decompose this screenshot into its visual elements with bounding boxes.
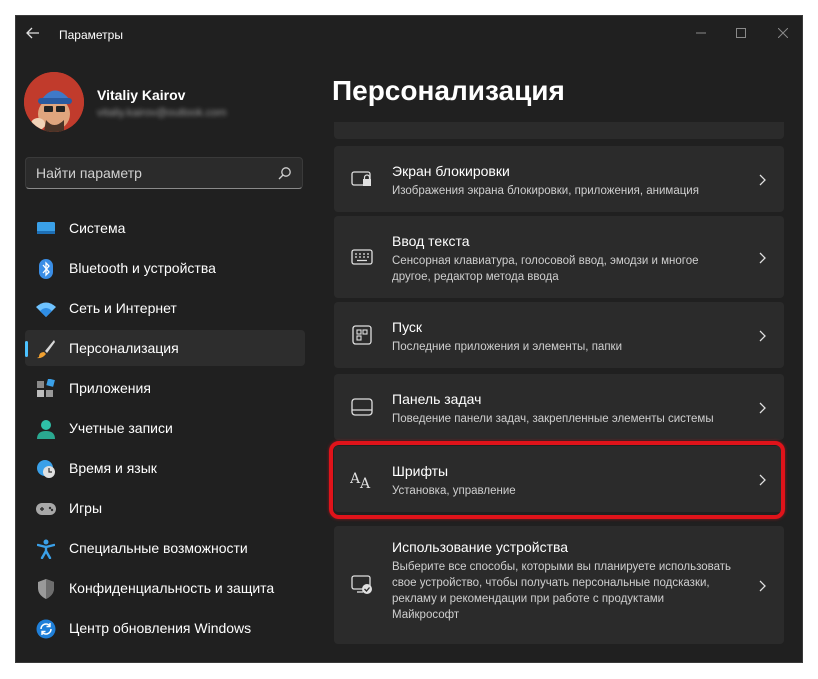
start-icon [350,323,374,347]
sidebar-item-privacy[interactable]: Конфиденциальность и защита [25,570,305,606]
gamepad-icon [36,499,56,519]
search-box[interactable] [25,157,303,189]
minimize-button[interactable] [682,20,720,46]
sidebar-item-network[interactable]: Сеть и Интернет [25,290,305,326]
sidebar-item-label: Система [69,220,126,236]
card-device-usage[interactable]: Использование устройства Выберите все сп… [334,526,784,644]
chevron-right-icon [759,252,766,264]
close-button[interactable] [764,20,802,46]
app-title: Параметры [59,28,123,42]
card-title: Пуск [392,319,423,335]
card-title: Использование устройства [392,539,569,555]
lock-screen-icon [350,167,374,191]
svg-text:A: A [359,476,371,489]
sidebar-item-label: Специальные возможности [69,540,248,556]
search-input[interactable] [26,158,276,188]
sidebar-item-label: Bluetooth и устройства [69,260,216,276]
sidebar-item-accessibility[interactable]: Специальные возможности [25,530,305,566]
selection-indicator [25,341,28,357]
sidebar-item-label: Игры [69,500,103,516]
card-lock-screen[interactable]: Экран блокировки Изображения экрана блок… [334,146,784,212]
back-arrow-icon [26,27,39,39]
card-description: Выберите все способы, которыми вы планир… [392,561,732,621]
card-text-input[interactable]: Ввод текста Сенсорная клавиатура, голосо… [334,216,784,298]
monitor-icon [36,219,56,239]
close-icon [778,28,788,38]
card-fonts[interactable]: AA Шрифты Установка, управление [334,446,784,512]
sidebar-item-apps[interactable]: Приложения [25,370,305,406]
sidebar-item-label: Сеть и Интернет [69,300,177,316]
card-title: Шрифты [392,463,449,479]
sidebar-item-label: Персонализация [69,340,179,356]
chevron-right-icon [759,580,766,592]
settings-window: Параметры Vitaliy Kairov vitaliy.kairov@… [16,16,802,662]
sidebar-item-label: Конфиденциальность и защита [69,580,275,596]
card-description: Поведение панели задач, закрепленные эле… [392,413,714,425]
user-email: vitaliy.kairov@outlook.com [97,107,227,119]
wifi-icon [36,299,56,319]
brush-icon [36,339,56,359]
card-start[interactable]: Пуск Последние приложения и элементы, па… [334,302,784,368]
card-description: Сенсорная клавиатура, голосовой ввод, эм… [392,255,699,283]
sidebar-item-gaming[interactable]: Игры [25,490,305,526]
fonts-icon: AA [350,467,374,491]
card-description: Установка, управление [392,485,516,497]
sidebar-item-label: Учетные записи [69,420,173,436]
chevron-right-icon [759,402,766,414]
sidebar-item-accounts[interactable]: Учетные записи [25,410,305,446]
sidebar-item-label: Центр обновления Windows [69,620,252,636]
avatar[interactable] [24,72,84,132]
chevron-right-icon [759,474,766,486]
sidebar-item-bluetooth[interactable]: Bluetooth и устройства [25,250,305,286]
user-name: Vitaliy Kairov [97,87,186,103]
update-icon [36,619,56,639]
card-title: Панель задач [392,391,482,407]
scrolled-card-edge[interactable] [334,122,784,139]
search-icon[interactable] [278,166,292,180]
device-usage-icon [350,573,374,597]
title-bar: Параметры [16,16,802,50]
back-button[interactable] [22,24,44,42]
sidebar-item-windows-update[interactable]: Центр обновления Windows [25,610,305,646]
card-title: Ввод текста [392,233,470,249]
sidebar-nav: Система Bluetooth и устройства Сеть и Ин… [25,210,305,650]
maximize-button[interactable] [722,20,760,46]
sidebar-item-system[interactable]: Система [25,210,305,246]
card-description: Изображения экрана блокировки, приложени… [392,185,699,197]
apps-icon [36,379,56,399]
account-icon [36,419,56,439]
settings-list: Экран блокировки Изображения экрана блок… [334,122,784,662]
sidebar-item-time-language[interactable]: Время и язык [25,450,305,486]
card-description: Последние приложения и элементы, папки [392,341,622,353]
taskbar-icon [350,395,374,419]
clock-globe-icon [36,459,56,479]
minimize-icon [696,32,706,34]
card-taskbar[interactable]: Панель задач Поведение панели задач, зак… [334,374,784,440]
shield-icon [36,579,56,599]
bluetooth-icon [36,259,56,279]
maximize-icon [736,28,746,38]
keyboard-icon [350,245,374,269]
chevron-right-icon [759,330,766,342]
accessibility-icon [36,539,56,559]
sidebar-item-label: Время и язык [69,460,157,476]
avatar-image [24,72,84,132]
card-title: Экран блокировки [392,163,510,179]
sidebar-item-label: Приложения [69,380,151,396]
sidebar-item-personalization[interactable]: Персонализация [25,330,305,366]
page-title: Персонализация [332,75,565,106]
chevron-right-icon [759,174,766,186]
